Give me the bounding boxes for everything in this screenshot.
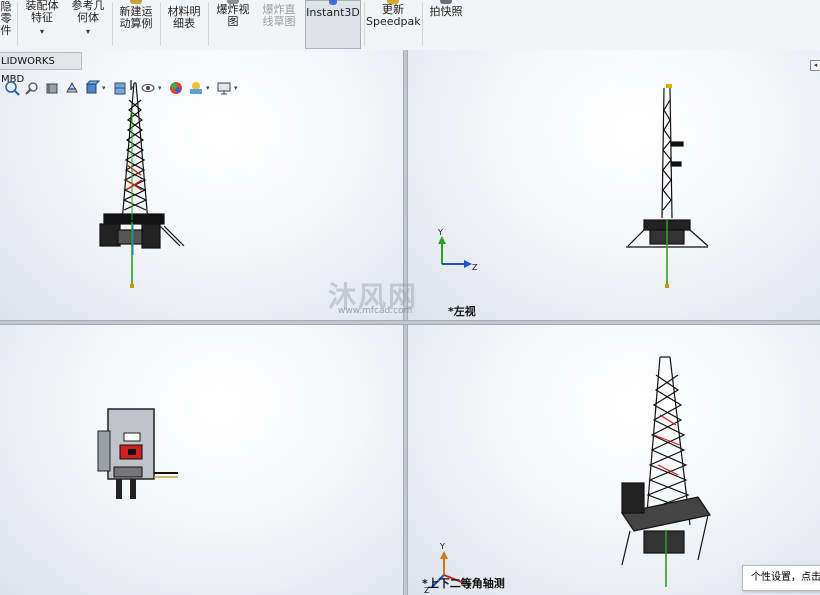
viewport-isometric[interactable]: Y X Z *上下二等角轴测 xyxy=(408,325,820,595)
zoom-area-icon[interactable] xyxy=(22,79,42,97)
ribbon-separator xyxy=(17,2,18,46)
camera-icon xyxy=(440,0,452,4)
update-speedpak-button[interactable]: 更新 Speedpak xyxy=(366,0,421,49)
speedpak-icon xyxy=(387,0,399,4)
ribbon-separator xyxy=(160,2,161,46)
exploded-view-label: 爆炸视 图 xyxy=(216,3,250,28)
edit-appearance-icon[interactable] xyxy=(166,79,186,97)
hide-show-icon[interactable] xyxy=(138,79,158,97)
section-view-icon[interactable] xyxy=(62,79,82,97)
motion-study-icon xyxy=(130,0,142,4)
viewport-left[interactable]: Y Z *左视 xyxy=(408,50,820,320)
chevron-down-icon[interactable]: ▾ xyxy=(66,26,110,38)
chevron-down-icon[interactable]: ▾ xyxy=(20,26,64,38)
tab-solidworks-mbd[interactable]: LIDWORKS MBD xyxy=(0,52,82,85)
display-style-icon[interactable] xyxy=(110,79,130,97)
watermark-url: www.mfcad.com xyxy=(338,306,413,316)
chevron-down-icon[interactable]: ▾ xyxy=(206,84,214,92)
explode-line-sketch-button[interactable]: 爆炸直 线草图 xyxy=(256,0,302,49)
chevron-down-icon[interactable]: ▾ xyxy=(102,84,110,92)
bill-of-materials-label: 材料明 细表 xyxy=(167,5,201,30)
zoom-to-fit-icon[interactable] xyxy=(2,79,22,97)
chevron-down-icon[interactable]: ▾ xyxy=(158,84,166,92)
command-manager-ribbon: 隐 零 件 装配体 特征 ▾ 参考几 何体 ▾ 新建运 动算例 材料明 细表 爆… xyxy=(0,0,820,51)
assembly-features-label: 装配体 特征 xyxy=(25,0,59,24)
new-motion-study-button[interactable]: 新建运 动算例 xyxy=(114,0,158,49)
bill-of-materials-button[interactable]: 材料明 细表 xyxy=(162,0,206,49)
graphics-area[interactable]: Y Z *左视 Y X Z *上下二等角轴测 xyxy=(0,50,820,595)
viewport-top[interactable] xyxy=(0,325,403,595)
explode-line-sketch-label: 爆炸直 线草图 xyxy=(262,3,296,28)
ribbon-separator xyxy=(422,2,423,46)
hide-show-components-button[interactable]: 隐 零 件 xyxy=(0,0,14,49)
personalize-tooltip: 个性设置，点击 xyxy=(742,565,820,591)
rig-model-left[interactable]: Y Z xyxy=(408,50,820,320)
view-orientation-icon[interactable] xyxy=(82,79,102,97)
reference-geometry-label: 参考几 何体 xyxy=(71,0,105,24)
ribbon-separator xyxy=(208,2,209,46)
heads-up-view-toolbar: ▾ ▾ ▾ ▾ ▾ xyxy=(2,78,242,98)
previous-view-icon[interactable] xyxy=(42,79,62,97)
triad-z-label: Z xyxy=(472,263,478,272)
exploded-view-button[interactable]: 爆炸视 图 xyxy=(210,0,256,49)
chevron-down-icon[interactable]: ▾ xyxy=(130,84,138,92)
exploded-view-icon xyxy=(227,0,239,4)
instant3d-icon xyxy=(329,0,337,5)
ribbon-separator xyxy=(364,2,365,46)
viewport-horizontal-splitter[interactable] xyxy=(0,320,820,325)
new-motion-study-label: 新建运 动算例 xyxy=(119,5,153,30)
take-snapshot-button[interactable]: 拍快照 xyxy=(424,0,468,49)
ribbon-separator xyxy=(112,2,113,46)
chevron-down-icon[interactable]: ▾ xyxy=(234,84,242,92)
view-label-isometric: *上下二等角轴测 xyxy=(422,577,505,590)
triad-y-label-iso: Y xyxy=(439,542,445,551)
coordinate-triad: Y Z xyxy=(437,228,478,272)
rig-model-isometric[interactable]: Y X Z xyxy=(408,325,820,595)
rig-model-top[interactable] xyxy=(0,325,403,595)
apply-scene-icon[interactable] xyxy=(186,79,206,97)
triad-y-label: Y xyxy=(437,228,443,237)
reference-geometry-button[interactable]: 参考几 何体 ▾ xyxy=(66,0,110,49)
collapse-panel-icon[interactable]: ◂ xyxy=(810,60,820,71)
hide-show-components-label: 隐 零 件 xyxy=(0,0,12,37)
view-label-left: *左视 xyxy=(448,305,476,318)
assembly-features-button[interactable]: 装配体 特征 ▾ xyxy=(20,0,64,49)
update-speedpak-label: 更新 Speedpak xyxy=(366,3,421,28)
instant3d-button[interactable]: Instant3D xyxy=(305,0,361,49)
view-settings-icon[interactable] xyxy=(214,79,234,97)
